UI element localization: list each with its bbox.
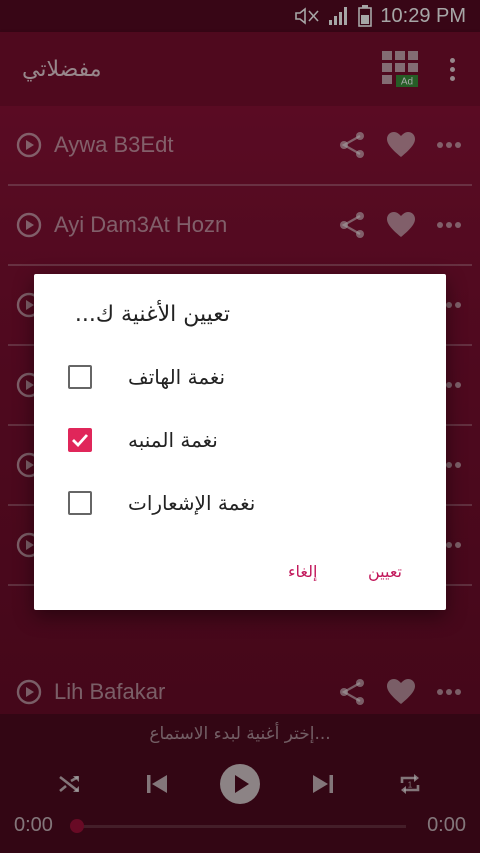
option-label: نغمة الإشعارات xyxy=(128,491,256,515)
option-label: نغمة الهاتف xyxy=(128,365,226,389)
checkbox[interactable] xyxy=(68,365,92,389)
dialog-title: تعيين الأغنية ك... xyxy=(74,302,230,327)
set-button[interactable]: تعيين xyxy=(368,562,402,581)
set-ringtone-dialog: تعيين الأغنية ك... نغمة الهاتف نغمة المن… xyxy=(34,274,446,610)
cancel-button[interactable]: إلغاء xyxy=(288,562,317,581)
option-label: نغمة المنبه xyxy=(128,428,218,452)
option-alarm-tone[interactable]: نغمة المنبه xyxy=(68,425,268,455)
checkbox-checked[interactable] xyxy=(68,428,92,452)
option-notification-tone[interactable]: نغمة الإشعارات xyxy=(68,488,268,518)
checkbox[interactable] xyxy=(68,491,92,515)
check-icon xyxy=(72,434,89,447)
option-phone-ringtone[interactable]: نغمة الهاتف xyxy=(68,362,268,392)
